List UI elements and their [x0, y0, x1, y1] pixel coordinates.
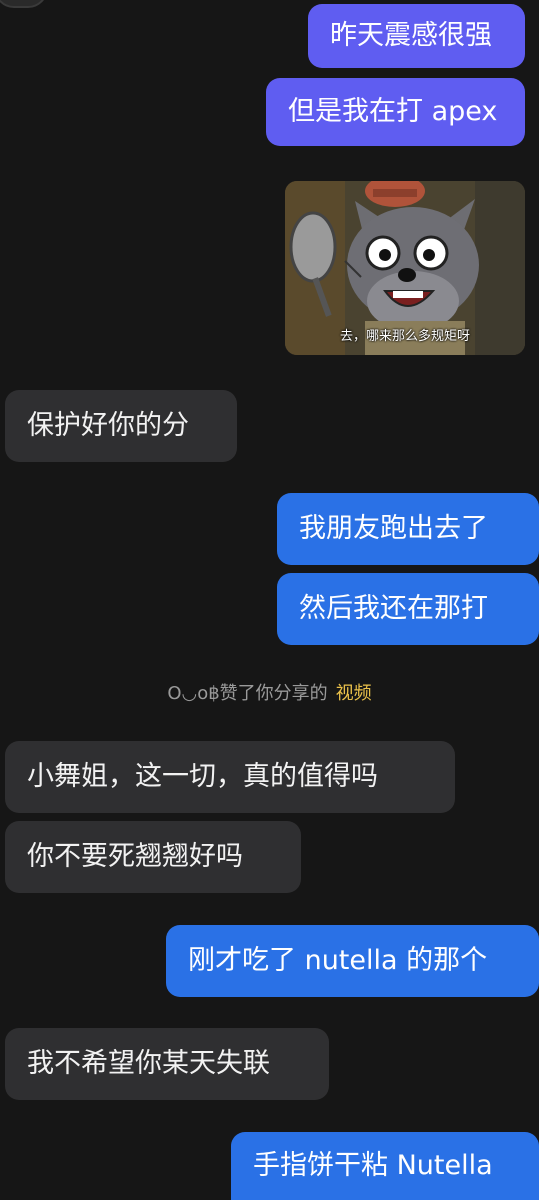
message-bubble-outgoing[interactable]: 但是我在打 apex	[266, 78, 525, 146]
message-text: 小舞姐，这一切，真的值得吗	[27, 761, 378, 792]
shared-video-link[interactable]: 视频	[336, 683, 372, 704]
message-bubble-outgoing[interactable]: 昨天震感很强	[308, 4, 525, 68]
message-bubble-incoming[interactable]: 保护好你的分	[5, 390, 237, 462]
shared-image-message[interactable]: 去，哪来那么多规矩呀	[285, 181, 525, 355]
message-text: 刚才吃了 nutella 的那个	[188, 945, 488, 976]
avatar[interactable]	[0, 0, 48, 8]
message-bubble-outgoing[interactable]: 手指饼干粘 Nutella	[231, 1132, 539, 1200]
message-text: 但是我在打 apex	[288, 96, 498, 127]
message-text: 我不希望你某天失联	[27, 1048, 270, 1079]
message-text: 昨天震感很强	[330, 20, 492, 51]
message-bubble-outgoing[interactable]: 然后我还在那打	[277, 573, 539, 645]
message-bubble-outgoing[interactable]: 刚才吃了 nutella 的那个	[166, 925, 539, 997]
chat-thread: 昨天震感很强 但是我在打 apex 去，哪来那么多规矩呀 保护好你的分 我朋友跑…	[0, 0, 539, 1200]
message-text: 保护好你的分	[27, 410, 189, 441]
video-subtitle: 去，哪来那么多规矩呀	[339, 329, 470, 344]
message-bubble-outgoing[interactable]: 我朋友跑出去了	[277, 493, 539, 565]
message-text: 你不要死翘翘好吗	[27, 841, 243, 872]
message-bubble-incoming[interactable]: 你不要死翘翘好吗	[5, 821, 301, 893]
message-text: 然后我还在那打	[299, 593, 488, 624]
message-text: 手指饼干粘 Nutella	[253, 1150, 493, 1181]
message-text: 我朋友跑出去了	[299, 513, 488, 544]
activity-notice: O◡o฿赞了你分享的 视频	[0, 679, 539, 705]
message-bubble-incoming[interactable]: 小舞姐，这一切，真的值得吗	[5, 741, 455, 813]
message-bubble-incoming[interactable]: 我不希望你某天失联	[5, 1028, 329, 1100]
activity-notice-text: O◡o฿赞了你分享的	[167, 683, 328, 704]
